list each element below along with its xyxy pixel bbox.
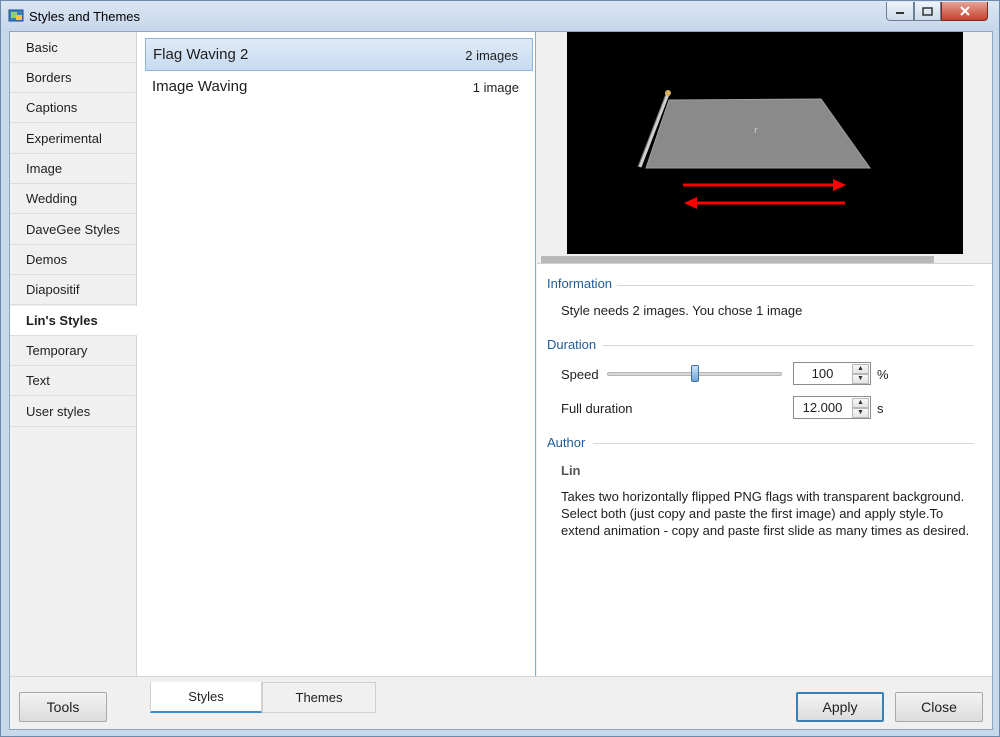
speed-unit: %	[877, 367, 889, 382]
category-item-borders[interactable]: Borders	[10, 63, 135, 93]
styles-themes-window: Styles and Themes Basic Borders Captions…	[0, 0, 1000, 737]
divider	[593, 443, 974, 444]
style-name: Image Waving	[152, 78, 248, 95]
full-duration-spinbox[interactable]: 12.000 ▲ ▼	[793, 396, 871, 419]
duration-section-title: Duration	[547, 337, 597, 352]
category-item-lins-styles[interactable]: Lin's Styles	[10, 306, 137, 336]
style-preview: r	[567, 32, 963, 254]
close-button[interactable]: Close	[895, 692, 983, 722]
bottom-toolbar: Tools Styles Themes Apply Close	[10, 676, 992, 729]
author-name: Lin	[561, 463, 581, 478]
divider	[603, 345, 974, 346]
speed-increment-button[interactable]: ▲	[852, 364, 869, 374]
style-details-panel: r Information Style needs 2 images. You …	[537, 32, 992, 676]
category-item-demos[interactable]: Demos	[10, 245, 135, 275]
title-bar: Styles and Themes	[1, 1, 999, 31]
category-item-davegee-styles[interactable]: DaveGee Styles	[10, 215, 135, 245]
duration-increment-button[interactable]: ▲	[852, 398, 869, 408]
category-item-experimental[interactable]: Experimental	[10, 124, 135, 154]
svg-text:r: r	[754, 126, 758, 136]
author-section-title: Author	[547, 435, 586, 450]
category-item-user-styles[interactable]: User styles	[10, 397, 135, 427]
full-duration-value: 12.000	[802, 400, 843, 415]
close-icon	[959, 6, 970, 16]
tools-button[interactable]: Tools	[19, 692, 107, 722]
preview-area: r	[537, 32, 992, 264]
style-list: Flag Waving 2 2 images Image Waving 1 im…	[137, 32, 536, 676]
category-item-text[interactable]: Text	[10, 366, 135, 396]
category-item-image[interactable]: Image	[10, 154, 135, 184]
duration-decrement-button[interactable]: ▼	[852, 408, 869, 418]
style-name: Flag Waving 2	[153, 46, 249, 63]
full-duration-unit: s	[877, 401, 884, 416]
style-image-count: 2 images	[465, 48, 518, 63]
style-image-count: 1 image	[472, 80, 519, 95]
information-text: Style needs 2 images. You chose 1 image	[561, 303, 803, 318]
divider	[617, 285, 974, 286]
full-duration-label: Full duration	[561, 401, 633, 416]
minimize-icon	[896, 12, 904, 14]
maximize-icon	[922, 6, 933, 16]
close-window-button[interactable]	[941, 2, 988, 21]
tab-themes[interactable]: Themes	[262, 682, 376, 713]
style-item-flag-waving-2[interactable]: Flag Waving 2 2 images	[145, 38, 533, 71]
speed-value: 100	[811, 366, 834, 381]
maximize-button[interactable]	[914, 2, 941, 21]
author-description: Takes two horizontally flipped PNG flags…	[561, 489, 970, 538]
window-title: Styles and Themes	[29, 9, 141, 24]
speed-label: Speed	[561, 367, 599, 382]
dialog-client: Basic Borders Captions Experimental Imag…	[9, 31, 993, 730]
category-sidebar: Basic Borders Captions Experimental Imag…	[10, 32, 137, 676]
category-item-wedding[interactable]: Wedding	[10, 184, 135, 214]
speed-spinbox[interactable]: 100 ▲ ▼	[793, 362, 871, 385]
flag-preview-image: r	[567, 32, 963, 254]
app-icon	[8, 9, 24, 22]
speed-slider-thumb[interactable]	[690, 365, 699, 382]
tab-styles[interactable]: Styles	[150, 682, 262, 713]
category-item-diapositif[interactable]: Diapositif	[10, 275, 135, 305]
category-item-temporary[interactable]: Temporary	[10, 336, 135, 366]
apply-button[interactable]: Apply	[796, 692, 884, 722]
style-item-image-waving[interactable]: Image Waving 1 image	[145, 71, 533, 104]
information-section-title: Information	[547, 276, 613, 291]
preview-scrollbar[interactable]	[541, 256, 934, 263]
category-item-basic[interactable]: Basic	[10, 33, 135, 63]
speed-decrement-button[interactable]: ▼	[852, 374, 869, 384]
category-item-captions[interactable]: Captions	[10, 93, 135, 123]
minimize-button[interactable]	[886, 2, 914, 21]
